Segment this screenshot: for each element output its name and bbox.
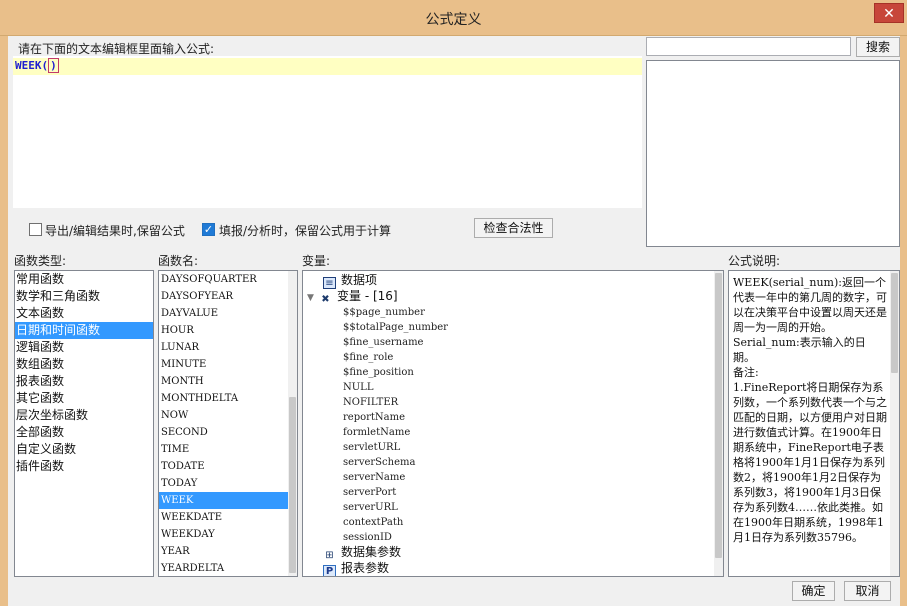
checkmark-icon: ✓	[203, 223, 214, 236]
function-type-item[interactable]: 文本函数	[15, 305, 153, 322]
function-name-item[interactable]: TODATE	[159, 458, 288, 475]
editor-prompt: 请在下面的文本编辑框里面输入公式:	[18, 42, 215, 56]
function-name-item[interactable]: WEEKDAY	[159, 526, 288, 543]
formula-function-name: WEEK(	[15, 59, 49, 72]
current-line-highlight	[13, 58, 642, 75]
function-name-item[interactable]: WEEKDATE	[159, 509, 288, 526]
scrollbar-thumb[interactable]	[891, 273, 898, 373]
function-type-item[interactable]: 数学和三角函数	[15, 288, 153, 305]
function-names-list[interactable]: DAYSOFQUARTER DAYSOFYEAR DAYVALUE HOUR L…	[158, 270, 298, 577]
search-input[interactable]	[646, 37, 851, 56]
variables-scrollbar[interactable]	[714, 271, 723, 576]
variable-item[interactable]: $$page_number	[343, 305, 425, 320]
variable-item[interactable]: $fine_position	[343, 365, 414, 380]
function-type-item-selected[interactable]: 日期和时间函数	[15, 322, 153, 339]
window-frame-right	[900, 36, 907, 606]
variable-item[interactable]: serverPort	[343, 485, 396, 500]
function-type-item[interactable]: 层次坐标函数	[15, 407, 153, 424]
scrollbar-thumb[interactable]	[289, 397, 296, 573]
function-type-item[interactable]: 报表函数	[15, 373, 153, 390]
function-name-item[interactable]: TIME	[159, 441, 288, 458]
search-button[interactable]: 搜索	[856, 37, 900, 57]
function-name-item[interactable]: SECOND	[159, 424, 288, 441]
formula-text: WEEK()	[15, 58, 59, 73]
variable-item[interactable]: sessionID	[343, 530, 392, 545]
parameter-p-icon: P	[323, 565, 336, 576]
keep-formula-export-label: 导出/编辑结果时,保留公式	[45, 224, 185, 238]
formula-description-panel: WEEK(serial_num):返回一个代表一年中的第几周的数字，可以在决策平…	[728, 270, 900, 577]
tree-node-data-items[interactable]: ≡ 数据项	[323, 273, 377, 289]
function-types-list[interactable]: 常用函数 数学和三角函数 文本函数 日期和时间函数 逻辑函数 数组函数 报表函数…	[14, 270, 154, 577]
tree-node-report-params[interactable]: P 报表参数	[323, 561, 389, 576]
variable-item[interactable]: serverName	[343, 470, 405, 485]
window-frame-left	[0, 36, 8, 606]
table-icon: ≡	[323, 277, 336, 289]
function-name-item[interactable]: TODAY	[159, 475, 288, 492]
keep-formula-fill-checkbox[interactable]: ✓	[202, 223, 215, 236]
variable-item[interactable]: servletURL	[343, 440, 400, 455]
function-name-item[interactable]: MINUTE	[159, 356, 288, 373]
tree-node-dataset-params[interactable]: ⊞ 数据集参数	[323, 545, 401, 561]
function-name-item[interactable]: DAYVALUE	[159, 305, 288, 322]
variable-item[interactable]: serverURL	[343, 500, 398, 515]
keep-formula-fill-label: 填报/分析时，保留公式用于计算	[219, 224, 392, 238]
variable-item[interactable]: contextPath	[343, 515, 403, 530]
function-name-item[interactable]: YEARDELTA	[159, 560, 288, 576]
function-name-item-selected[interactable]: WEEK	[159, 492, 288, 509]
close-button[interactable]: ✕	[874, 3, 904, 23]
function-name-item[interactable]: DAYSOFYEAR	[159, 288, 288, 305]
function-name-item[interactable]: YEAR	[159, 543, 288, 560]
function-names-label: 函数名:	[158, 254, 199, 268]
variable-item[interactable]: formletName	[343, 425, 410, 440]
scrollbar-thumb[interactable]	[715, 273, 722, 558]
variable-item[interactable]: serverSchema	[343, 455, 415, 470]
function-name-item[interactable]: LUNAR	[159, 339, 288, 356]
variables-tree[interactable]: ≡ 数据项 ▼ ✖ 变量 - [16] $$page_number $$totalPa…	[302, 270, 724, 577]
variable-item[interactable]: $fine_role	[343, 350, 393, 365]
search-results-panel	[646, 60, 900, 247]
description-scrollbar[interactable]	[890, 271, 899, 576]
variable-item[interactable]: NOFILTER	[343, 395, 398, 410]
cancel-button[interactable]: 取消	[844, 581, 891, 601]
function-name-item[interactable]: DAYSOFQUARTER	[159, 271, 288, 288]
check-validity-button[interactable]: 检查合法性	[474, 218, 553, 238]
function-name-item[interactable]: HOUR	[159, 322, 288, 339]
title-bar: 公式定义 ✕	[0, 0, 907, 36]
function-type-item[interactable]: 数组函数	[15, 356, 153, 373]
function-type-item[interactable]: 常用函数	[15, 271, 153, 288]
function-name-item[interactable]: MONTHDELTA	[159, 390, 288, 407]
function-types-label: 函数类型:	[14, 254, 67, 268]
formula-editor[interactable]: WEEK()	[13, 56, 642, 208]
keep-formula-export-checkbox[interactable]	[29, 223, 42, 236]
variable-x-icon: ✖	[321, 294, 330, 305]
expand-arrow-icon[interactable]: ▼	[307, 291, 319, 306]
ok-button[interactable]: 确定	[792, 581, 835, 601]
formula-description-text: WEEK(serial_num):返回一个代表一年中的第几周的数字，可以在决策平…	[733, 276, 887, 544]
function-type-item[interactable]: 插件函数	[15, 458, 153, 475]
function-type-item[interactable]: 其它函数	[15, 390, 153, 407]
function-type-item[interactable]: 全部函数	[15, 424, 153, 441]
function-type-item[interactable]: 逻辑函数	[15, 339, 153, 356]
variable-item[interactable]: NULL	[343, 380, 373, 395]
function-type-item[interactable]: 自定义函数	[15, 441, 153, 458]
function-names-scrollbar[interactable]	[288, 271, 297, 576]
description-label: 公式说明:	[728, 254, 781, 268]
function-name-item[interactable]: MONTH	[159, 373, 288, 390]
tree-node-variables[interactable]: ▼ ✖ 变量 - [16]	[307, 289, 398, 306]
formula-close-paren: )	[48, 58, 59, 73]
variable-item[interactable]: $fine_username	[343, 335, 423, 350]
window-title: 公式定义	[425, 12, 482, 28]
variable-item[interactable]: $$totalPage_number	[343, 320, 448, 335]
function-name-item[interactable]: NOW	[159, 407, 288, 424]
variable-item[interactable]: reportName	[343, 410, 405, 425]
variables-label: 变量:	[302, 254, 331, 268]
